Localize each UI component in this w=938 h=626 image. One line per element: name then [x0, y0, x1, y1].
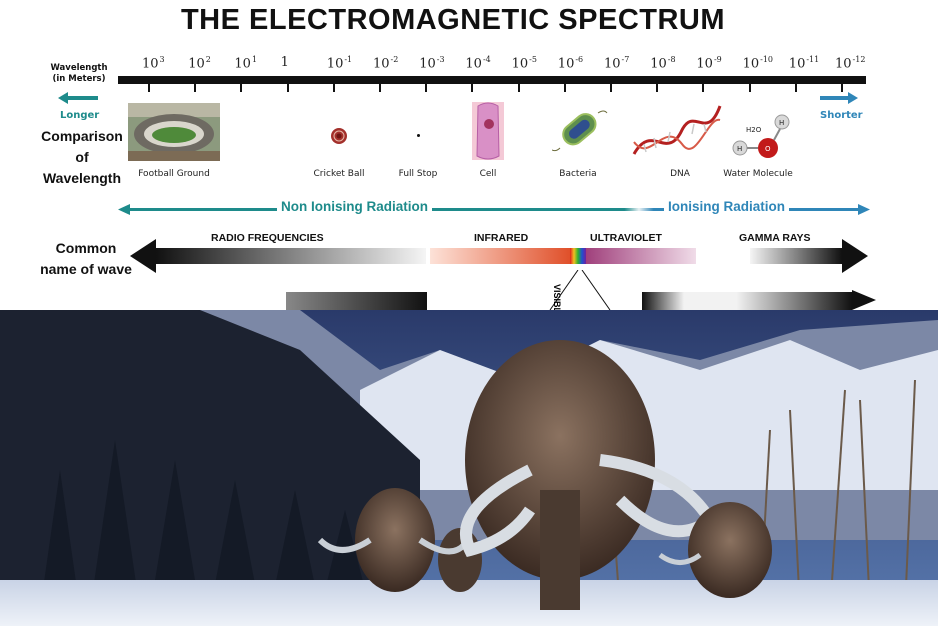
- water-molecule-icon: H2O H H O: [732, 114, 790, 158]
- common-name-label: Common name of wave: [40, 240, 132, 277]
- scale-tick: [332, 84, 335, 92]
- scale-power-label: 10-11: [788, 55, 820, 72]
- scale-power-label: 103: [142, 55, 165, 72]
- scale-tick: [517, 84, 520, 92]
- scale-tick: [194, 84, 197, 92]
- hydrogen-label: H: [779, 119, 784, 127]
- band-label-gamma: GAMMA RAYS: [739, 232, 811, 244]
- scale-power-label: 10-2: [373, 55, 399, 72]
- scale-power-label: 10-9: [696, 55, 722, 72]
- scale-power-label: 10-8: [650, 55, 676, 72]
- wavelength-scale-bar: [118, 76, 866, 84]
- football-ground-icon: [128, 103, 220, 161]
- scale-power-label: 10-10: [742, 55, 774, 72]
- h2o-label: H2O: [746, 126, 762, 134]
- band-label-ultraviolet: ULTRAVIOLET: [590, 232, 662, 244]
- scale-tick: [794, 84, 797, 92]
- scale-power-label: 1: [280, 55, 289, 70]
- scale-tick: [240, 84, 243, 92]
- scale-tick: [610, 84, 612, 92]
- scale-power-label: 10-5: [511, 55, 537, 72]
- shorter-label: Shorter: [820, 110, 863, 121]
- scale-power-label: 10-12: [835, 55, 866, 72]
- scale-power-label: 101: [234, 55, 258, 72]
- scale-power-label: 10-6: [557, 55, 584, 72]
- object-label-cricket-ball: Cricket Ball: [313, 169, 365, 179]
- object-label-dna: DNA: [670, 169, 690, 179]
- cricket-ball-icon: [331, 128, 347, 144]
- object-label-water-molecule: Water Molecule: [723, 169, 793, 179]
- spectrum-diagram: THE ELECTROMAGNETIC SPECTRUM Wavelength …: [0, 0, 938, 319]
- object-label-cell: Cell: [479, 169, 497, 179]
- scale-power-label: 102: [188, 55, 211, 72]
- scale-tick: [148, 84, 150, 92]
- scale-power-label: 10-7: [604, 55, 630, 72]
- scale-tick: [425, 84, 428, 92]
- scale-tick: [702, 84, 705, 92]
- full-stop-dot: [417, 134, 420, 137]
- scale-tick: [286, 84, 289, 92]
- mammoth-photo: [0, 310, 938, 626]
- lower-fade-bars: [286, 290, 876, 310]
- dna-icon: [632, 105, 722, 155]
- cell-icon: [472, 102, 504, 160]
- bacteria-icon: [552, 110, 608, 152]
- band-label-infrared: INFRARED: [474, 232, 529, 244]
- scale-tick: [563, 84, 566, 92]
- object-label-bacteria: Bacteria: [559, 169, 597, 179]
- wavelength-label: Wavelength (in Meters): [50, 63, 108, 84]
- scale-power-label: 10-1: [326, 55, 353, 72]
- scale-tick: [841, 84, 843, 92]
- hydrogen-label: H: [737, 145, 742, 153]
- scale-power-label: 10-4: [465, 55, 491, 72]
- oxygen-label: O: [765, 145, 771, 153]
- scale-power-label: 10-3: [419, 55, 445, 72]
- diagram-title: THE ELECTROMAGNETIC SPECTRUM: [180, 4, 726, 36]
- scale-tick: [471, 84, 474, 92]
- longer-label: Longer: [60, 110, 100, 121]
- non-ionising-label: Non Ionising Radiation: [277, 199, 432, 214]
- ionising-label: Ionising Radiation: [664, 199, 789, 214]
- scale-tick: [748, 84, 751, 92]
- scale-tick: [656, 84, 659, 92]
- longer-arrow-icon: [58, 92, 98, 104]
- object-label-football-ground: Football Ground: [138, 169, 210, 179]
- scale-tick: [379, 84, 381, 92]
- comparison-label: Comparison of Wavelength: [41, 128, 123, 186]
- shorter-arrow-icon: [820, 92, 858, 104]
- band-label-radio: RADIO FREQUENCIES: [211, 232, 324, 244]
